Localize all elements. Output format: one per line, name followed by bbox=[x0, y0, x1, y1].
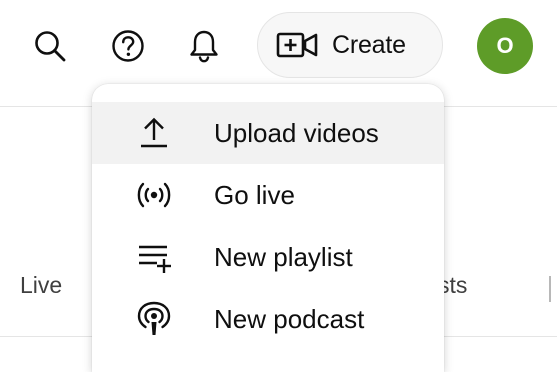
tab-edge-divider bbox=[549, 276, 557, 302]
help-icon bbox=[111, 29, 145, 63]
podcast-icon bbox=[134, 299, 174, 339]
help-button[interactable] bbox=[104, 22, 152, 70]
top-toolbar: Create O bbox=[0, 0, 557, 96]
notifications-button[interactable] bbox=[180, 22, 228, 70]
menu-item-label: Upload videos bbox=[214, 117, 379, 148]
menu-item-label: Go live bbox=[214, 179, 295, 210]
upload-icon bbox=[134, 113, 174, 153]
search-icon bbox=[33, 29, 67, 63]
tab-live[interactable]: Live bbox=[20, 272, 62, 299]
video-add-icon bbox=[276, 32, 320, 58]
create-label: Create bbox=[332, 30, 406, 59]
menu-item-upload-videos[interactable]: Upload videos bbox=[92, 102, 444, 164]
create-dropdown-menu: Upload videos Go live New playlist New p… bbox=[92, 84, 444, 372]
menu-item-new-playlist[interactable]: New playlist bbox=[92, 226, 444, 288]
menu-item-new-podcast[interactable]: New podcast bbox=[92, 288, 444, 350]
search-button[interactable] bbox=[26, 22, 74, 70]
bell-icon bbox=[187, 28, 221, 64]
menu-item-label: New playlist bbox=[214, 241, 353, 272]
avatar[interactable]: O bbox=[477, 18, 533, 74]
playlist-add-icon bbox=[134, 237, 174, 277]
live-broadcast-icon bbox=[134, 175, 174, 215]
menu-item-label: New podcast bbox=[214, 303, 365, 334]
create-button[interactable]: Create bbox=[257, 12, 443, 78]
menu-item-go-live[interactable]: Go live bbox=[92, 164, 444, 226]
